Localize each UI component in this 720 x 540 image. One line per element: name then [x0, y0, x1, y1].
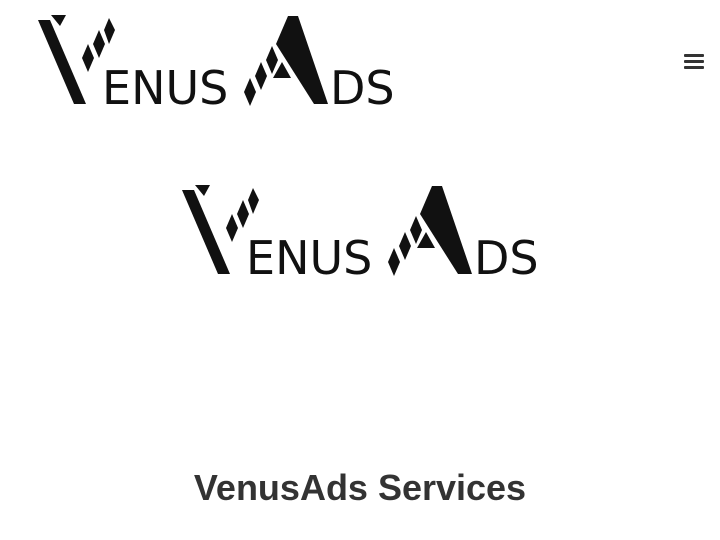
venusads-logo-mark: ENUS DS: [38, 15, 395, 108]
logo-text-ds: DS: [330, 61, 395, 108]
logo-text-ds: DS: [474, 231, 539, 278]
header-logo[interactable]: ENUS DS: [36, 14, 396, 108]
logo-text-enus: ENUS: [246, 231, 372, 278]
hamburger-menu-icon: [684, 54, 704, 57]
hamburger-menu-icon-bar: [684, 66, 704, 69]
logo-text-enus: ENUS: [102, 61, 228, 108]
hamburger-menu-icon-bar: [684, 60, 704, 63]
venusads-logo-mark: ENUS DS: [182, 185, 539, 278]
hero-logo: ENUS DS: [180, 184, 540, 278]
services-title: VenusAds Services: [193, 467, 527, 508]
menu-button[interactable]: [680, 50, 708, 72]
